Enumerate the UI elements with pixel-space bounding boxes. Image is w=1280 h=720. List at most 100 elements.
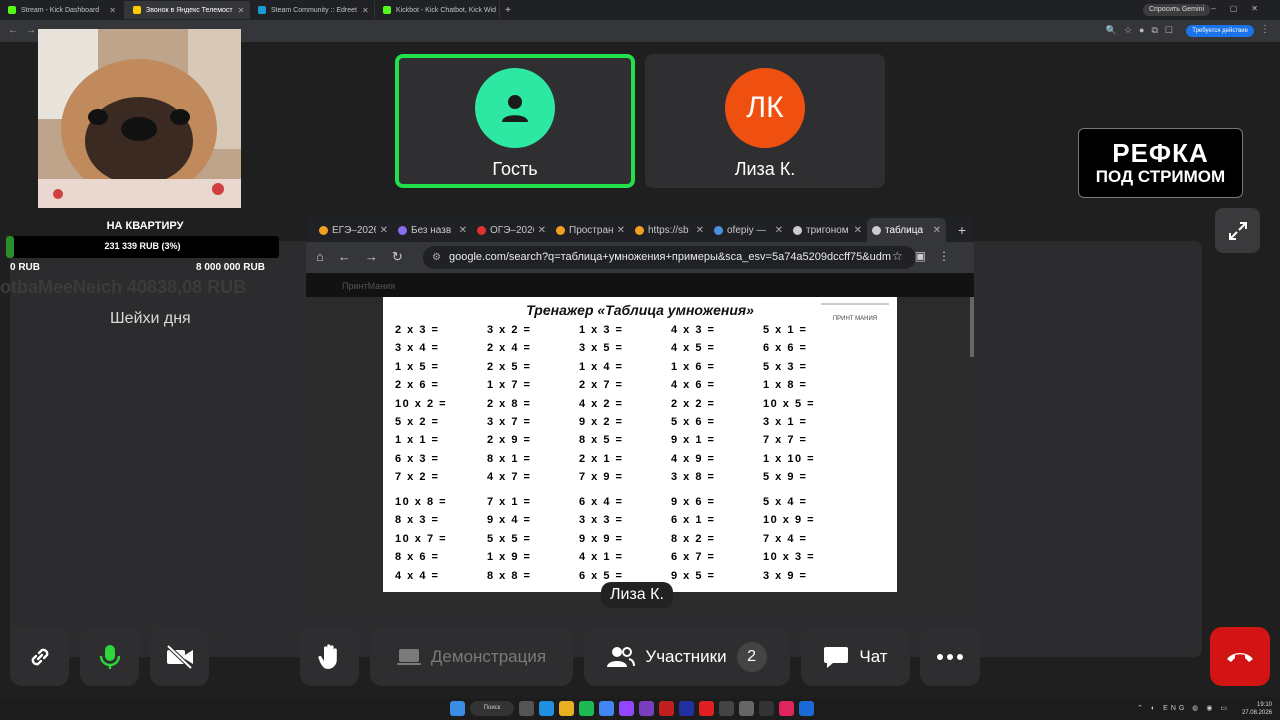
equation: 8 x 1 = xyxy=(487,452,532,465)
participant-name: Лиза К. xyxy=(645,157,885,181)
equation: 5 x 1 = xyxy=(763,324,808,336)
participants-button[interactable]: Участники 2 xyxy=(584,627,790,686)
gemini-button[interactable]: Спросить Gemini xyxy=(1142,4,1210,16)
equation: 4 x 1 = xyxy=(579,551,624,564)
shared-tab[interactable]: ОГЭ–2026 ✕ xyxy=(472,218,551,242)
equation: 9 x 5 = xyxy=(671,569,716,582)
spotify-icon[interactable] xyxy=(579,701,594,716)
language-indicator[interactable]: ENG xyxy=(1163,705,1187,712)
equation: 8 x 8 = xyxy=(487,569,532,582)
site-info-icon[interactable]: ⚙ xyxy=(432,246,441,269)
equation: 2 x 8 = xyxy=(487,397,532,410)
explorer-icon[interactable] xyxy=(559,701,574,716)
equation: 3 x 9 = xyxy=(763,569,808,582)
equation: 1 x 5 = xyxy=(395,360,440,373)
referral-line2: ПОД СТРИМОМ xyxy=(1095,167,1226,186)
outer-tab[interactable]: Stream - Kick Dashboard ✕ xyxy=(0,1,125,19)
close-tab-icon[interactable]: ✕ xyxy=(775,225,783,236)
tab-favicon xyxy=(258,6,266,14)
steam-icon[interactable] xyxy=(799,701,814,716)
donation-goal-title: НА КВАРТИРУ xyxy=(106,220,184,232)
shared-tab[interactable]: тригоном ✕ xyxy=(788,218,867,242)
youtube-icon[interactable] xyxy=(699,701,714,716)
app-icon[interactable] xyxy=(739,701,754,716)
task-view-icon[interactable] xyxy=(519,701,534,716)
shared-tab[interactable]: https://sb ✕ xyxy=(630,218,709,242)
equation: 2 x 3 = xyxy=(395,324,440,336)
more-options-button[interactable] xyxy=(920,627,980,686)
app-icon[interactable] xyxy=(659,701,674,716)
close-tab-icon[interactable]: ✕ xyxy=(459,225,467,236)
shared-new-tab-button[interactable]: + xyxy=(958,218,966,242)
app-icon[interactable] xyxy=(759,701,774,716)
clock[interactable]: 19:10 27.08.2026 xyxy=(1242,701,1272,717)
chat-button[interactable]: Чат xyxy=(801,627,910,686)
close-tab-icon[interactable]: ✕ xyxy=(362,6,369,15)
donation-goal-min: 0 RUB xyxy=(10,262,41,273)
tab-favicon xyxy=(635,225,644,235)
screen-share-button[interactable]: Демонстрация xyxy=(370,627,573,686)
profile-button[interactable]: Требуется действие xyxy=(1186,25,1254,37)
tab-favicon xyxy=(872,225,881,235)
shared-nav-buttons[interactable]: ⌂←→↻ xyxy=(316,249,417,265)
start-icon[interactable] xyxy=(450,701,465,716)
outer-tab[interactable]: Звонок в Яндекс Телемост ✕ xyxy=(125,1,250,19)
close-tab-icon[interactable]: ✕ xyxy=(854,225,862,236)
equation: 6 x 6 = xyxy=(763,342,808,355)
shared-tab[interactable]: ЕГЭ–2026 ✕ xyxy=(314,218,393,242)
end-call-button[interactable] xyxy=(1210,627,1270,686)
shared-tab[interactable]: таблица ✕ xyxy=(867,218,946,242)
copy-link-button[interactable] xyxy=(10,627,69,686)
close-tab-icon[interactable]: ✕ xyxy=(238,6,245,15)
shared-toolbar-icons[interactable]: ☆▣⋮ xyxy=(892,249,962,263)
hang-up-icon xyxy=(1227,652,1253,662)
app-icon[interactable] xyxy=(719,701,734,716)
edge-icon[interactable] xyxy=(539,701,554,716)
equation: 4 x 5 = xyxy=(671,342,716,355)
shared-tab[interactable]: Простран ✕ xyxy=(551,218,630,242)
outer-tab[interactable]: Steam Community :: Edreet ✕ xyxy=(250,1,375,19)
fullscreen-button[interactable] xyxy=(1215,208,1260,253)
close-tab-icon[interactable]: ✕ xyxy=(933,225,941,236)
link-icon xyxy=(31,648,48,665)
microphone-button[interactable] xyxy=(80,627,139,686)
equation: 1 x 9 = xyxy=(487,551,532,564)
chrome-icon[interactable] xyxy=(599,701,614,716)
tab-title: Простран xyxy=(569,224,613,236)
close-tab-icon[interactable]: ✕ xyxy=(696,225,704,236)
close-tab-icon[interactable]: ✕ xyxy=(538,225,546,236)
raise-hand-button[interactable] xyxy=(300,627,359,686)
outer-tab[interactable]: Kickbot - Kick Chatbot, Kick Wid✕ xyxy=(375,1,500,19)
camera-off-icon xyxy=(166,644,193,669)
equation: 5 x 4 = xyxy=(763,496,808,508)
shared-address-bar[interactable]: ⚙ google.com/search?q=таблица+умножения+… xyxy=(423,246,916,269)
tab-title: https://sb xyxy=(648,224,689,236)
outer-toolbar-icons[interactable]: 🔍☆●⧉☐ xyxy=(1106,25,1180,36)
close-tab-icon[interactable]: ✕ xyxy=(109,6,116,15)
shared-scrollbar[interactable] xyxy=(970,297,974,357)
participant-tile-liza[interactable]: ЛК Лиза К. xyxy=(645,54,885,188)
shared-tab[interactable]: Без назв ✕ xyxy=(393,218,472,242)
equation: 10 x 7 = xyxy=(395,532,448,545)
outer-menu-icon[interactable]: ⋮ xyxy=(1260,24,1270,35)
tiktok-icon[interactable] xyxy=(779,701,794,716)
app-icon[interactable] xyxy=(619,701,634,716)
app-icon[interactable] xyxy=(639,701,654,716)
audition-icon[interactable] xyxy=(679,701,694,716)
equation: 3 x 4 = xyxy=(395,342,440,355)
camera-button[interactable] xyxy=(150,627,209,686)
equation: 8 x 3 = xyxy=(395,514,440,527)
system-tray-icons[interactable]: ⌃ ◐ ENG ◍ ◉ ▭ xyxy=(1137,704,1230,712)
close-tab-icon[interactable]: ✕ xyxy=(617,225,625,236)
active-speaker-label: Лиза К. xyxy=(601,582,673,608)
equation: 6 x 4 = xyxy=(579,496,624,508)
close-tab-icon[interactable]: ✕ xyxy=(380,225,388,236)
participant-tile-guest[interactable]: Гость xyxy=(395,54,635,188)
taskbar-search[interactable]: Поиск xyxy=(470,701,514,716)
tab-title: Без назв xyxy=(411,224,452,236)
new-tab-button[interactable]: + xyxy=(500,5,516,16)
equation: 10 x 9 = xyxy=(763,514,816,527)
window-controls[interactable]: –▢✕ xyxy=(1211,4,1272,13)
equation: 2 x 2 = xyxy=(671,397,716,410)
shared-tab[interactable]: ofepiy — ✕ xyxy=(709,218,788,242)
